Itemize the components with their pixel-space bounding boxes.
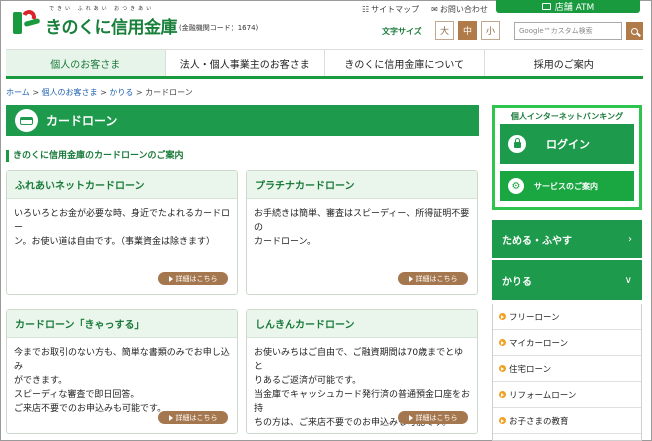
bank-code: (金融機関コード：1674) bbox=[179, 24, 259, 32]
mail-icon: ✉ bbox=[431, 5, 438, 14]
internet-banking-box: 個人インターネットバンキング ログイン ⚙ サービスのご案内 bbox=[492, 105, 642, 210]
bullet-arrow-icon bbox=[499, 313, 506, 320]
atm-button[interactable]: 店舗 ATM bbox=[496, 0, 640, 13]
page-title-bar: カードローン bbox=[6, 105, 479, 136]
breadcrumb-personal[interactable]: 個人のお客さま bbox=[42, 88, 98, 97]
font-size-small-button[interactable]: 小 bbox=[481, 21, 500, 40]
sidebar-item-education-loan[interactable]: お子さまの教育 bbox=[493, 408, 641, 434]
service-guide-label: サービスのご案内 bbox=[534, 181, 598, 191]
tab-business[interactable]: 法人・個人事業主のお客さま bbox=[166, 50, 325, 76]
sidebar-item-home-loan[interactable]: 住宅ローン bbox=[493, 356, 641, 382]
card-body: 今までお取引のない方も、簡単な書類のみでお申し込み ができます。 スピーディな審… bbox=[14, 348, 230, 414]
card-title: カードローン「きゃっする」 bbox=[7, 310, 237, 338]
bullet-arrow-icon bbox=[499, 365, 506, 372]
tab-about[interactable]: きのくに信用金庫について bbox=[325, 50, 485, 76]
tab-recruit[interactable]: 採用のご案内 bbox=[485, 50, 644, 76]
bullet-arrow-icon bbox=[499, 391, 506, 398]
login-button[interactable]: ログイン bbox=[500, 124, 634, 164]
font-size-label: 文字サイズ bbox=[382, 27, 422, 36]
bullet-arrow-icon bbox=[499, 339, 506, 346]
product-card: プラチナカードローン お手続きは簡単、審査はスピーディー、所得証明不要の カード… bbox=[246, 170, 478, 295]
font-size-large-button[interactable]: 大 bbox=[435, 21, 454, 40]
atm-icon bbox=[541, 3, 551, 10]
sidebar-item-reform-loan[interactable]: リフォームローン bbox=[493, 382, 641, 408]
main-nav: 個人のお客さま 法人・個人事業主のお客さま きのくに信用金庫について 採用のご案… bbox=[6, 49, 643, 79]
sitemap-icon: ☷ bbox=[362, 5, 370, 14]
sidebar-item-borrow[interactable]: かりる ∨ bbox=[492, 260, 642, 300]
search-icon bbox=[631, 27, 638, 35]
sidebar-item-free-loan[interactable]: フリーローン bbox=[493, 304, 641, 330]
service-guide-button[interactable]: ⚙ サービスのご案内 bbox=[500, 171, 634, 201]
sidebar-item-save[interactable]: ためる・ふやす › bbox=[492, 220, 642, 258]
logo-tagline: できい ふれあい おつきあい bbox=[49, 6, 155, 12]
chevron-down-icon: ∨ bbox=[624, 274, 632, 286]
card-title: ふれあいネットカードローン bbox=[7, 171, 237, 199]
gear-icon: ⚙ bbox=[508, 178, 524, 194]
details-button[interactable]: 詳細はこちら bbox=[398, 272, 468, 285]
sitemap-link[interactable]: ☷ サイトマップ bbox=[362, 4, 419, 15]
details-button[interactable]: 詳細はこちら bbox=[158, 411, 228, 424]
search-button[interactable] bbox=[626, 22, 643, 40]
logo-mark-icon bbox=[13, 8, 43, 36]
product-card: しんきんカードローン お使いみちはご自由で、ご融資期間は70歳までとゆと りある… bbox=[246, 309, 478, 434]
page-title: カードローン bbox=[46, 114, 118, 128]
arrow-icon bbox=[168, 275, 173, 282]
top-links: ☷ サイトマップ ✉ お問い合わせ bbox=[362, 4, 488, 15]
chevron-right-icon: › bbox=[628, 233, 632, 245]
bullet-arrow-icon bbox=[499, 417, 506, 424]
section-heading: きのくに信用金庫のカードローンのご案内 bbox=[6, 150, 184, 162]
tab-personal[interactable]: 個人のお客さま bbox=[6, 50, 166, 76]
card-title: プラチナカードローン bbox=[247, 171, 477, 199]
sidebar-sublist: フリーローン マイカーローン 住宅ローン リフォームローン お子さまの教育 bbox=[492, 304, 642, 441]
product-card: カードローン「きゃっする」 今までお取引のない方も、簡単な書類のみでお申し込み … bbox=[6, 309, 238, 434]
breadcrumb-current: カードローン bbox=[145, 88, 193, 97]
breadcrumb-borrow[interactable]: かりる bbox=[109, 88, 133, 97]
logo-name: きのくに信用金庫 bbox=[45, 18, 178, 38]
details-button[interactable]: 詳細はこちら bbox=[158, 272, 228, 285]
sidebar-item-label: かりる bbox=[502, 276, 532, 288]
site-logo[interactable]: できい ふれあい おつきあい きのくに信用金庫 (金融機関コード：1674) bbox=[13, 6, 259, 38]
internet-banking-title: 個人インターネットバンキング bbox=[510, 112, 624, 121]
search-input[interactable]: Google™カスタム検索 bbox=[514, 22, 622, 40]
atm-label: 店舗 ATM bbox=[554, 3, 595, 13]
card-icon bbox=[15, 109, 38, 132]
font-size-medium-button[interactable]: 中 bbox=[458, 21, 477, 40]
breadcrumb: ホーム > 個人のお客さま > かりる > カードローン bbox=[6, 88, 193, 97]
login-label: ログイン bbox=[546, 138, 590, 151]
product-card: ふれあいネットカードローン いろいろとお金が必要な時、身近でたよれるカードロー … bbox=[6, 170, 238, 295]
sidebar-item-car-loan[interactable]: マイカーローン bbox=[493, 330, 641, 356]
sidebar-item-label: ためる・ふやす bbox=[502, 235, 572, 247]
card-body: お手続きは簡単、審査はスピーディー、所得証明不要の カードローン。 bbox=[254, 209, 470, 247]
arrow-icon bbox=[408, 414, 413, 421]
arrow-icon bbox=[168, 414, 173, 421]
card-body: いろいろとお金が必要な時、身近でたよれるカードロー ン。お使い道は自由です。（事… bbox=[14, 209, 231, 247]
breadcrumb-home[interactable]: ホーム bbox=[6, 88, 30, 97]
card-title: しんきんカードローン bbox=[247, 310, 477, 338]
lock-icon bbox=[508, 135, 526, 153]
contact-link[interactable]: ✉ お問い合わせ bbox=[431, 4, 488, 15]
details-button[interactable]: 詳細はこちら bbox=[398, 411, 468, 424]
arrow-icon bbox=[408, 275, 413, 282]
